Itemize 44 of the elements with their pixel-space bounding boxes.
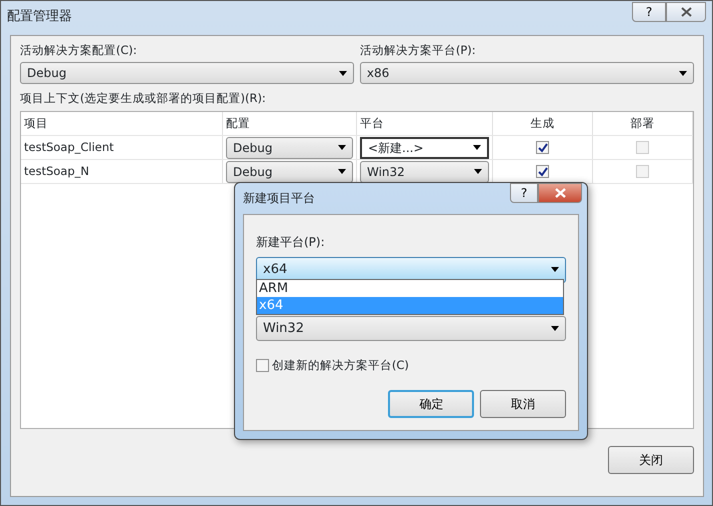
dropdown-arrow-icon <box>474 169 482 174</box>
config-dropdown[interactable]: Debug <box>20 62 354 84</box>
window-title: 配置管理器 <box>7 8 72 26</box>
table-cell: testSoap_Client <box>21 136 223 160</box>
ok-button[interactable]: 确定 <box>388 390 474 418</box>
dropdown-arrow-icon <box>473 145 481 150</box>
column-header: 部署 <box>593 112 693 136</box>
dropdown-arrow-icon <box>339 70 348 76</box>
field-label: 新建平台(P): <box>256 234 326 251</box>
deploy-checkbox[interactable] <box>636 165 649 178</box>
close-button[interactable] <box>538 183 582 203</box>
close-icon <box>554 188 566 198</box>
close-dialog-button[interactable]: 关闭 <box>608 446 694 474</box>
build-checkbox[interactable] <box>536 141 549 154</box>
close-button[interactable] <box>666 2 706 22</box>
dropdown-arrow-icon <box>338 145 346 150</box>
dialog-title: 新建项目平台 <box>243 190 315 207</box>
checkbox-label: 创建新的解决方案平台(C) <box>272 356 409 374</box>
column-header: 配置 <box>223 112 357 136</box>
dropdown-arrow-icon <box>551 326 559 331</box>
build-checkbox[interactable] <box>536 165 549 178</box>
context-label: 项目上下文(选定要生成或部署的项目配置)(R): <box>20 90 267 107</box>
platform-dropdown[interactable]: x86 <box>360 62 694 84</box>
field-label: 活动解决方案平台(P): <box>360 42 477 59</box>
column-header: 平台 <box>357 112 493 136</box>
cancel-button[interactable]: 取消 <box>480 390 566 418</box>
deploy-checkbox[interactable] <box>636 141 649 154</box>
dropdown-arrow-icon <box>338 169 346 174</box>
field-label: 活动解决方案配置(C): <box>20 42 138 59</box>
dropdown-arrow-icon <box>679 70 687 76</box>
checkbox[interactable] <box>256 358 269 372</box>
help-button[interactable]: ? <box>510 183 538 203</box>
platform-dropdown[interactable]: Win32 <box>360 160 489 183</box>
dropdown-option[interactable]: ARM <box>257 280 563 297</box>
config-dropdown[interactable]: Debug <box>226 136 353 159</box>
dropdown-arrow-icon <box>551 267 559 272</box>
column-header: 项目 <box>21 112 223 136</box>
copy-from-dropdown[interactable]: Win32 <box>256 316 566 341</box>
help-button[interactable]: ? <box>632 2 666 22</box>
table-cell: testSoap_N <box>21 160 223 184</box>
config-dropdown[interactable]: Debug <box>226 160 353 183</box>
platform-dropdown[interactable]: <新建...> <box>360 136 489 159</box>
column-header: 生成 <box>493 112 593 136</box>
close-icon <box>680 7 692 17</box>
